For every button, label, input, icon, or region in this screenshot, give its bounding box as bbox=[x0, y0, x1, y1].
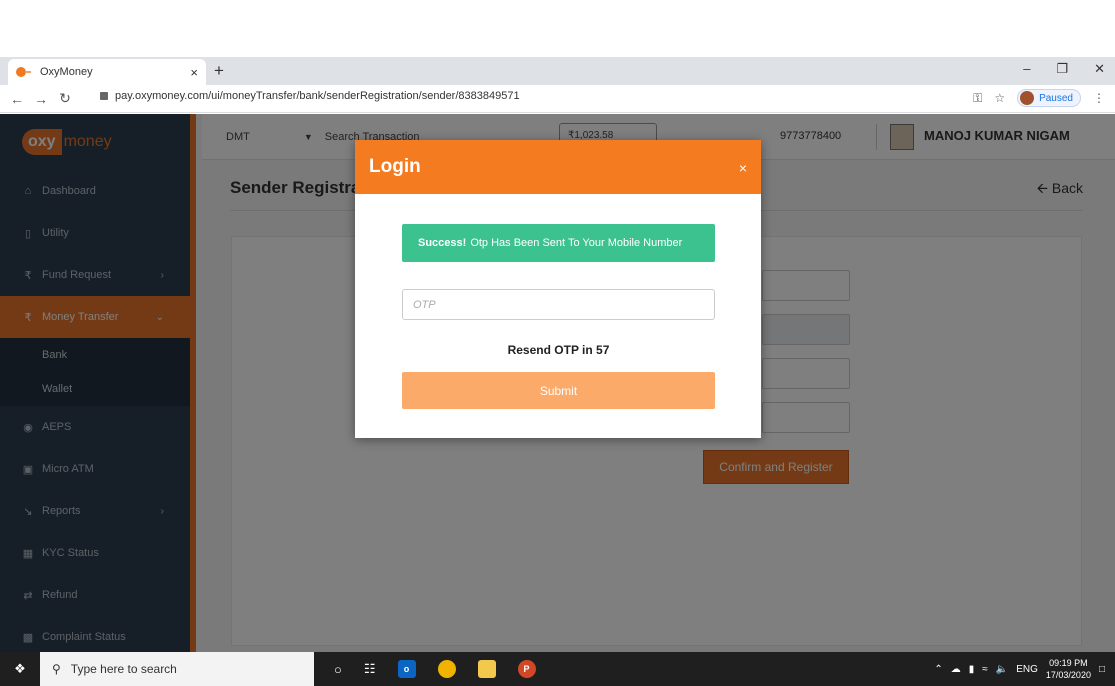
back-arrow-icon[interactable]: ← bbox=[10, 91, 24, 107]
profile-avatar bbox=[1020, 91, 1035, 105]
close-icon[interactable]: × bbox=[739, 160, 747, 176]
url-field[interactable]: pay.oxymoney.com/ui/moneyTransfer/bank/s… bbox=[100, 90, 520, 102]
url-text: pay.oxymoney.com/ui/moneyTransfer/bank/s… bbox=[115, 90, 520, 102]
chevron-up-icon[interactable]: ⌃ bbox=[934, 664, 942, 675]
wifi-icon[interactable]: ≈ bbox=[982, 664, 988, 675]
new-tab-button[interactable]: + bbox=[214, 61, 224, 81]
close-tab-icon[interactable]: × bbox=[190, 65, 198, 80]
search-icon: ⚲ bbox=[52, 662, 61, 676]
clock-date: 17/03/2020 bbox=[1045, 670, 1091, 680]
taskbar-search-placeholder: Type here to search bbox=[70, 662, 177, 676]
windows-start-icon[interactable]: ❖ bbox=[0, 652, 40, 686]
restore-icon[interactable]: ❐ bbox=[1056, 61, 1068, 77]
browser-tab-bar: OxyMoney × + – ❐ ✕ bbox=[0, 57, 1115, 85]
browser-tab[interactable]: OxyMoney × bbox=[8, 59, 206, 85]
window-controls: – ❐ ✕ bbox=[1023, 61, 1105, 77]
login-modal: Login × Success! Otp Has Been Sent To Yo… bbox=[355, 140, 761, 438]
address-bar: ← → ↻ pay.oxymoney.com/ui/moneyTransfer/… bbox=[0, 85, 1115, 113]
tab-title: OxyMoney bbox=[40, 66, 93, 78]
lock-icon bbox=[100, 92, 108, 100]
volume-icon[interactable]: 🔈 bbox=[996, 664, 1008, 675]
alert-message: Otp Has Been Sent To Your Mobile Number bbox=[470, 237, 683, 249]
language-indicator[interactable]: ENG bbox=[1016, 664, 1038, 675]
submit-button[interactable]: Submit bbox=[402, 372, 715, 409]
key-icon[interactable]: ⚿ bbox=[973, 91, 982, 106]
otp-input[interactable] bbox=[402, 289, 715, 320]
windows-taskbar: ❖ ⚲ Type here to search ○ ☷ o P ⌃ ☁ ▮ ≈ … bbox=[0, 652, 1115, 686]
screen-top-margin bbox=[0, 0, 1115, 57]
file-explorer-icon[interactable] bbox=[477, 660, 496, 678]
minimize-icon[interactable]: – bbox=[1023, 61, 1030, 77]
reload-icon[interactable]: ↻ bbox=[58, 90, 72, 107]
success-alert: Success! Otp Has Been Sent To Your Mobil… bbox=[402, 224, 715, 262]
powerpoint-icon[interactable]: P bbox=[517, 660, 536, 678]
task-view-icon[interactable]: ☷ bbox=[364, 661, 376, 677]
profile-paused-button[interactable]: Paused bbox=[1017, 89, 1081, 107]
modal-title: Login bbox=[369, 156, 421, 177]
modal-header: Login × bbox=[355, 140, 761, 194]
address-bar-actions: ⚿ ☆ Paused ⋮ bbox=[973, 89, 1105, 107]
clock[interactable]: 09:19 PM 17/03/2020 bbox=[1046, 657, 1091, 681]
outlook-icon[interactable]: o bbox=[397, 660, 416, 678]
close-window-icon[interactable]: ✕ bbox=[1094, 61, 1105, 77]
star-icon[interactable]: ☆ bbox=[994, 91, 1005, 105]
taskbar-apps: ○ ☷ o P bbox=[334, 660, 536, 678]
paused-label: Paused bbox=[1039, 92, 1073, 104]
resend-otp-timer: Resend OTP in 57 bbox=[507, 343, 610, 357]
favicon-icon bbox=[16, 67, 31, 77]
alert-strong: Success! bbox=[418, 237, 467, 249]
system-tray: ⌃ ☁ ▮ ≈ 🔈 ENG 09:19 PM 17/03/2020 □ bbox=[934, 652, 1105, 686]
battery-icon[interactable]: ▮ bbox=[969, 664, 975, 675]
clock-time: 09:19 PM bbox=[1049, 658, 1088, 668]
more-menu-icon[interactable]: ⋮ bbox=[1093, 91, 1105, 105]
forward-arrow-icon[interactable]: → bbox=[34, 91, 48, 107]
cloud-icon[interactable]: ☁ bbox=[951, 664, 961, 675]
notifications-icon[interactable]: □ bbox=[1099, 664, 1105, 675]
chrome-icon[interactable] bbox=[437, 660, 456, 678]
cortana-icon[interactable]: ○ bbox=[334, 662, 342, 677]
taskbar-search[interactable]: ⚲ Type here to search bbox=[40, 652, 314, 686]
